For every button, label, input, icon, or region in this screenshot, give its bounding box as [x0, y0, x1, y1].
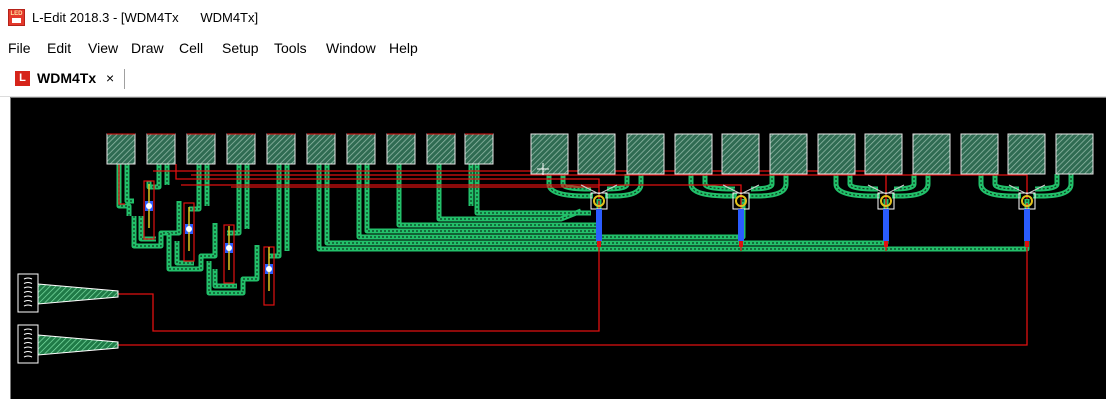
- bond-pad-large: [530, 133, 569, 175]
- ledit-doc-icon: L: [15, 71, 30, 86]
- tab-wdm4tx[interactable]: WDM4Tx: [37, 70, 96, 86]
- waveguide: [269, 164, 282, 259]
- detector-contact: [739, 241, 743, 247]
- bond-pad-small: [426, 133, 456, 165]
- detector-contact: [597, 241, 601, 247]
- menu-tools[interactable]: Tools: [274, 40, 307, 56]
- window-title: L-Edit 2018.3 - [WDM4Tx WDM4Tx]: [32, 10, 259, 25]
- bond-pad-large: [960, 133, 999, 175]
- bond-pad-large: [577, 133, 616, 175]
- bond-pad-small: [106, 133, 136, 165]
- tab-divider: [124, 69, 125, 89]
- tab-icon-text: L: [19, 72, 26, 84]
- bond-pad-small: [186, 133, 216, 165]
- bond-pad-large: [674, 133, 713, 175]
- waveguide-layer: [116, 164, 1074, 296]
- bond-pad-large: [721, 133, 760, 175]
- component-layer: [17, 163, 1046, 364]
- modulator-node: [226, 245, 232, 251]
- bond-pad-large: [626, 133, 665, 175]
- coupler-taper: [37, 283, 119, 305]
- tab-close-icon[interactable]: ×: [106, 70, 114, 86]
- modulator-node: [266, 266, 272, 272]
- layout-drawing[interactable]: [11, 98, 1106, 399]
- bond-pad-small: [146, 133, 176, 165]
- layout-canvas[interactable]: [10, 97, 1106, 399]
- waveguide: [750, 174, 775, 192]
- photodetector: [738, 209, 744, 241]
- menu-edit[interactable]: Edit: [47, 40, 71, 56]
- menu-cell[interactable]: Cell: [179, 40, 203, 56]
- pad-layer: [106, 133, 1094, 175]
- bond-pad-large: [1007, 133, 1046, 175]
- bond-pad-large: [769, 133, 808, 175]
- photodetector: [883, 209, 889, 241]
- waveguide: [606, 174, 630, 192]
- waveguide-hatch: [1033, 174, 1072, 197]
- menu-bar: [0, 36, 1106, 62]
- document-tab-bar: [0, 62, 1106, 97]
- menu-window[interactable]: Window: [326, 40, 376, 56]
- bond-pad-small: [464, 133, 494, 165]
- bond-pad-small: [346, 133, 376, 165]
- waveguide: [124, 164, 134, 204]
- waveguide-hatch: [980, 174, 1021, 197]
- metal-layer: [96, 164, 1028, 346]
- detector-contact: [1025, 241, 1029, 247]
- photodetector: [596, 209, 602, 241]
- bond-pad-small: [266, 133, 296, 165]
- modulator-node: [146, 203, 152, 209]
- menu-setup[interactable]: Setup: [222, 40, 259, 56]
- grating-coupler: [17, 273, 39, 313]
- app-icon-text: LED: [10, 11, 23, 17]
- menu-view[interactable]: View: [88, 40, 118, 56]
- waveguide: [893, 174, 917, 192]
- bond-pad-large: [1055, 133, 1094, 175]
- waveguide-hatch: [176, 241, 194, 264]
- bond-pad-small: [226, 133, 256, 165]
- detector-contact: [884, 241, 888, 247]
- waveguide: [992, 174, 1020, 192]
- bond-pad-large: [817, 133, 856, 175]
- menu-draw[interactable]: Draw: [131, 40, 164, 56]
- title-bar: LED L-Edit 2018.3 - [WDM4Tx WDM4Tx]: [0, 0, 1106, 36]
- ledit-app-icon[interactable]: LED: [8, 9, 25, 26]
- bond-pad-large: [864, 133, 903, 175]
- waveguide: [702, 174, 736, 192]
- waveguide: [1034, 174, 1060, 192]
- bond-pad-small: [306, 133, 336, 165]
- coupler-taper: [37, 334, 119, 356]
- menu-file[interactable]: File: [8, 40, 31, 56]
- modulator-node: [186, 226, 192, 232]
- bond-pad-large: [912, 133, 951, 175]
- bond-pad-small: [386, 133, 416, 165]
- waveguide: [847, 174, 879, 192]
- photodetector: [1024, 209, 1030, 241]
- menu-help[interactable]: Help: [389, 40, 418, 56]
- waveguide: [174, 241, 194, 266]
- grating-coupler: [17, 324, 39, 364]
- waveguide-hatch: [835, 174, 880, 197]
